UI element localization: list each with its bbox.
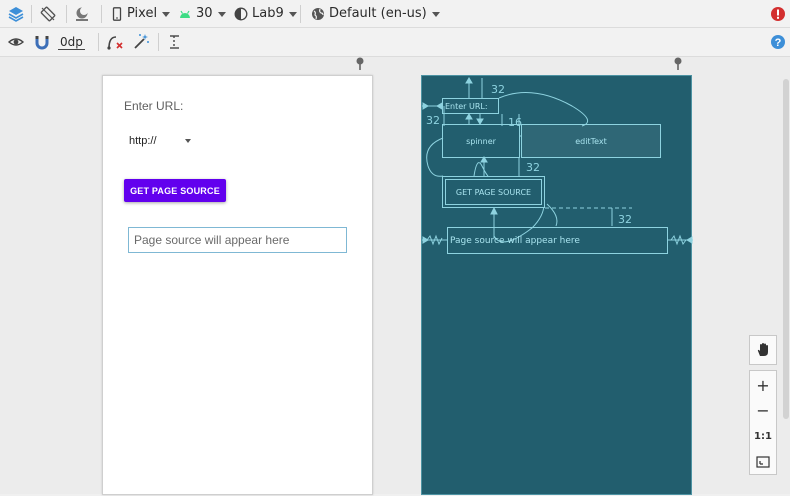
android-icon xyxy=(180,10,190,18)
error-indicator[interactable] xyxy=(770,0,786,27)
globe-icon xyxy=(312,7,324,20)
enter-url-label[interactable]: Enter URL: xyxy=(124,99,183,113)
dropdown-arrow-icon xyxy=(185,139,191,143)
guidelines-button[interactable] xyxy=(167,28,183,56)
help-icon: ? xyxy=(771,35,785,49)
blueprint-source-placeholder: Page source will appear here xyxy=(450,235,580,246)
error-icon xyxy=(771,6,785,21)
orientation-button[interactable] xyxy=(39,0,57,27)
blueprint-edittext[interactable]: editText xyxy=(521,124,661,158)
layers-button[interactable] xyxy=(7,0,25,27)
margin-label-value: 32 xyxy=(426,114,440,127)
guidelines-icon xyxy=(170,35,179,49)
layers-icon xyxy=(8,6,24,22)
theme-icon xyxy=(234,7,248,20)
theme-selector[interactable]: Lab9 xyxy=(234,0,297,27)
toolbar-separator xyxy=(66,5,67,23)
blueprint-url-label[interactable]: Enter URL: xyxy=(442,98,499,114)
device-selector[interactable]: Pixel xyxy=(111,0,171,27)
margin-button-value: 32 xyxy=(526,161,540,174)
design-toolbar: Pixel 30 Lab9 Default (en-us) xyxy=(0,0,790,28)
locale-label: Default (en-us) xyxy=(329,6,427,21)
chevron-down-icon xyxy=(217,11,226,17)
toolbar-separator xyxy=(158,33,159,51)
zoom-out-button[interactable]: − xyxy=(750,398,776,422)
magnet-icon xyxy=(35,36,49,50)
blueprint-get-page-source-button[interactable]: GET PAGE SOURCE xyxy=(442,176,545,208)
protocol-selected-value: http:// xyxy=(129,135,157,147)
spinner-label: spinner xyxy=(466,136,496,146)
zoom-to-fit-button[interactable] xyxy=(750,450,776,474)
zoom-in-button[interactable]: + xyxy=(750,373,776,397)
constraint-toolbar: 0dp ? xyxy=(0,28,790,57)
night-mode-button[interactable] xyxy=(73,0,91,27)
phone-icon xyxy=(112,6,122,21)
actual-size-button[interactable]: 1:1 xyxy=(750,424,776,448)
api-level-label: 30 xyxy=(196,6,213,21)
autoconnect-toggle[interactable] xyxy=(34,28,50,56)
page-source-field[interactable]: Page source will appear here xyxy=(128,227,347,253)
blueprint-page-source-field[interactable]: Page source will appear here xyxy=(447,227,668,254)
pan-button[interactable] xyxy=(749,335,777,365)
page-source-placeholder: Page source will appear here xyxy=(134,233,290,247)
toolbar-separator xyxy=(101,5,102,23)
toolbar-separator xyxy=(31,5,32,23)
chevron-down-icon xyxy=(431,11,440,17)
help-button[interactable]: ? xyxy=(770,28,786,56)
eye-icon xyxy=(7,38,25,46)
clear-constraints-icon xyxy=(107,36,123,50)
device-label: Pixel xyxy=(127,6,158,21)
infer-constraints-button[interactable] xyxy=(132,28,150,56)
toolbar-separator xyxy=(300,5,301,23)
chevron-down-icon xyxy=(162,11,171,17)
margin-source-value: 32 xyxy=(618,213,632,226)
theme-label: Lab9 xyxy=(252,6,284,21)
svg-text:?: ? xyxy=(775,37,782,49)
api-level-selector[interactable]: 30 xyxy=(178,0,226,27)
clear-constraints-button[interactable] xyxy=(106,28,124,56)
zoom-controls: + − 1:1 xyxy=(749,370,777,475)
rotate-icon xyxy=(40,6,56,21)
design-surface[interactable]: Enter URL: http:// GET PAGE SOURCE Page … xyxy=(102,75,373,495)
hand-icon xyxy=(757,343,768,356)
blueprint-spinner[interactable]: spinner xyxy=(442,124,520,158)
magic-wand-icon xyxy=(134,34,149,49)
view-options-button[interactable] xyxy=(7,28,25,56)
vertical-scrollbar[interactable] xyxy=(783,79,789,419)
night-mode-icon xyxy=(76,6,88,21)
protocol-spinner[interactable]: http:// xyxy=(129,133,199,149)
toolbar-separator xyxy=(98,33,99,51)
resize-pin-icon[interactable] xyxy=(354,57,366,71)
resize-pin-icon[interactable] xyxy=(672,57,684,71)
fit-screen-icon xyxy=(756,456,770,468)
edittext-label: editText xyxy=(575,136,607,146)
blueprint-surface[interactable]: 32 Enter URL: 32 16 spinner editText 32 … xyxy=(421,75,693,495)
get-page-source-button[interactable]: GET PAGE SOURCE xyxy=(124,179,226,202)
margin-top-value: 32 xyxy=(491,83,505,96)
chevron-down-icon xyxy=(288,11,297,17)
blueprint-button-label: GET PAGE SOURCE xyxy=(455,187,532,197)
locale-selector[interactable]: Default (en-us) xyxy=(311,0,440,27)
margin-value: 0dp xyxy=(58,34,85,50)
default-margin-selector[interactable]: 0dp xyxy=(58,28,85,56)
